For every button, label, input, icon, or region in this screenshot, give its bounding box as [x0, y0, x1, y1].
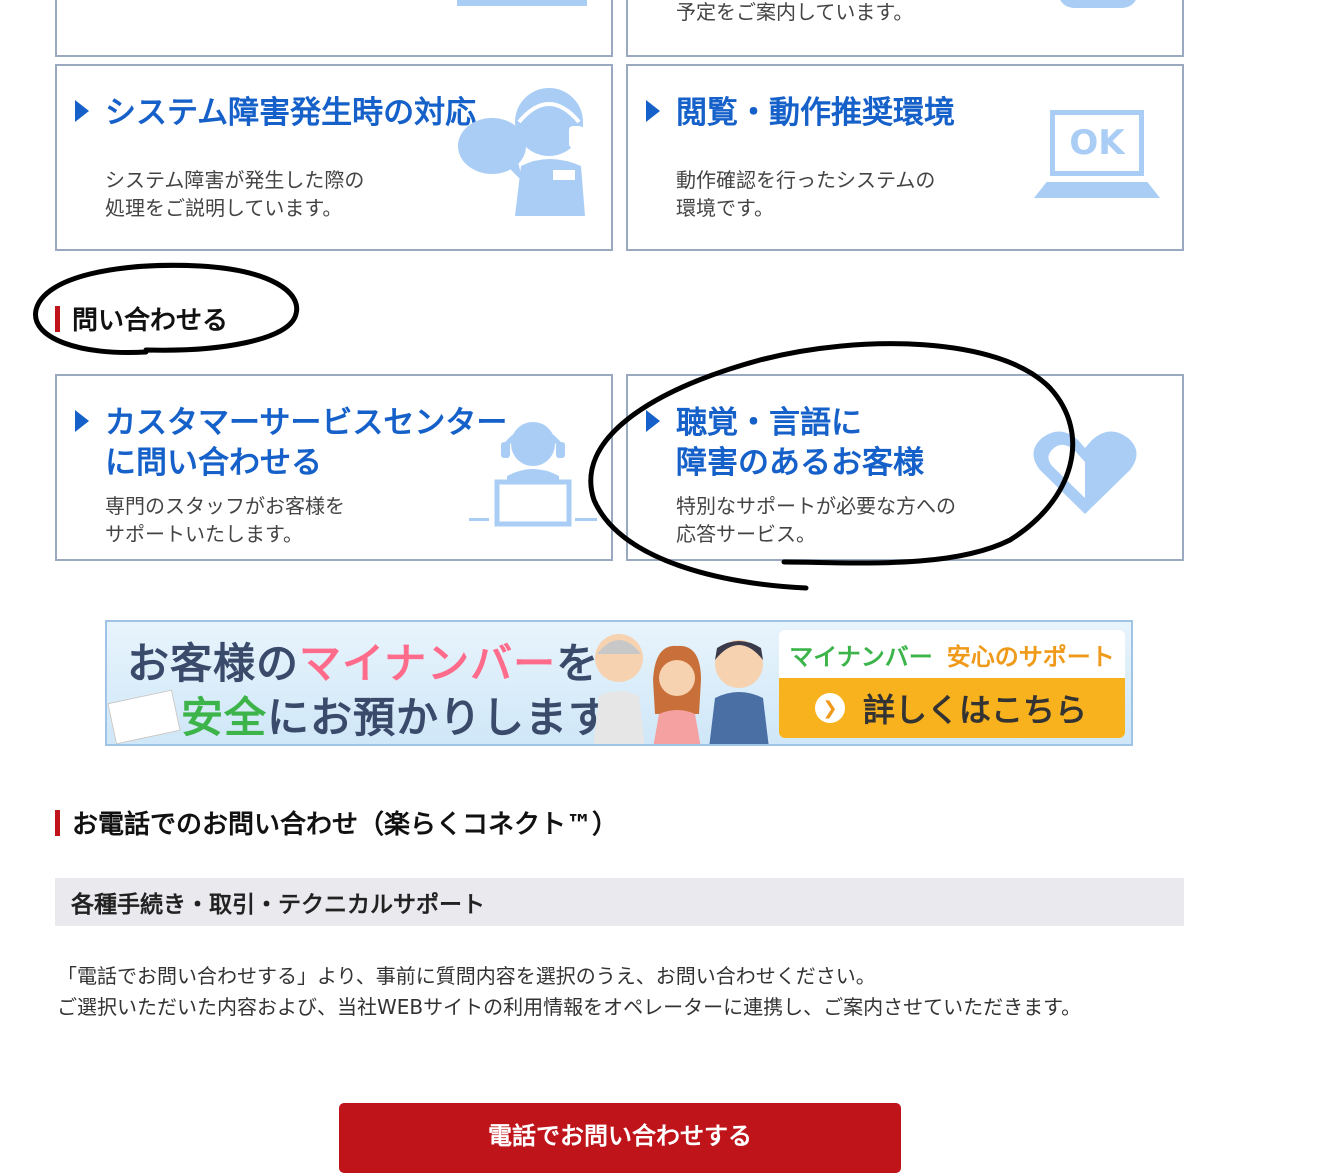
card-desc-1: 動作確認を行ったシステムの: [676, 168, 936, 192]
id-card-icon: [107, 689, 181, 744]
card-recommended-env[interactable]: 閲覧・動作推奨環境 動作確認を行ったシステムの 環境です。 OK: [626, 64, 1184, 251]
banner-line1: お客様のマイナンバーを: [127, 630, 599, 691]
card-title: システム障害発生時の対応: [105, 95, 477, 131]
card-top-right-desc: 予定をご案内しています。: [676, 0, 914, 24]
card-title-line1: 聴覚・言語に: [676, 405, 862, 441]
heart-icon: [1033, 431, 1137, 514]
card-top-left[interactable]: [55, 0, 613, 57]
card-hearing-speech[interactable]: 聴覚・言語に 障害のあるお客様 特別なサポートが必要な方への 応答サービス。: [626, 374, 1184, 561]
card-title-line2: に問い合わせる: [105, 445, 322, 481]
call-inquiry-button[interactable]: 電話でお問い合わせする: [339, 1103, 901, 1173]
card-desc-1: 特別なサポートが必要な方への: [676, 494, 956, 518]
card-desc-2: 応答サービス。: [676, 522, 816, 546]
laptop-screen-text: OK: [1050, 110, 1144, 176]
banner-details-button[interactable]: ❯ 詳しくはこちら: [779, 678, 1125, 738]
arrow-icon: [75, 100, 89, 122]
banner-highlight: 安全: [181, 693, 268, 742]
section-heading-phone: お電話でのお問い合わせ（楽らくコネクト™）: [55, 804, 618, 841]
section-title: お電話でのお問い合わせ（楽らくコネクト™）: [72, 810, 619, 840]
banner-details-label: 詳しくはこちら: [863, 691, 1088, 729]
support-agent-icon: [469, 422, 597, 527]
arrow-icon: [646, 100, 660, 122]
laptop-ok-icon: OK: [1034, 110, 1160, 200]
support-category-band: 各種手続き・取引・テクニカルサポート: [55, 878, 1184, 926]
banner-highlight: マイナンバー: [299, 639, 557, 688]
arrow-icon: [646, 410, 660, 432]
partial-icon: [1058, 0, 1138, 8]
section-bar: [55, 809, 60, 836]
banner-right-box[interactable]: マイナンバー 安心のサポート ❯ 詳しくはこちら: [779, 630, 1125, 738]
info-paragraph-line2: ご選択いただいた内容および、当社WEBサイトの利用情報をオペレーターに連携し、ご…: [57, 995, 1082, 1019]
card-desc-1: 専門のスタッフがお客様を: [105, 494, 345, 518]
card-desc-2: 環境です。: [676, 196, 774, 220]
banner-right-top: マイナンバー 安心のサポート: [779, 630, 1125, 678]
card-title-line1: カスタマーサービスセンター: [105, 405, 508, 441]
banner-text: お客様の: [127, 639, 300, 688]
card-desc-2: サポートいたします。: [105, 522, 303, 546]
card-desc-2: 処理をご説明しています。: [105, 196, 343, 220]
section-bar: [55, 305, 60, 332]
card-title-line2: 障害のあるお客様: [676, 445, 924, 481]
operator-headset-icon: [458, 88, 585, 216]
my-number-banner[interactable]: お客様のマイナンバーを 安全にお預かりします。 マイナンバー 安心のサポート ❯…: [105, 620, 1133, 746]
info-paragraph-line1: 「電話でお問い合わせする」より、事前に質問内容を選択のうえ、お問い合わせください…: [57, 964, 876, 988]
banner-right-top-b: 安心のサポート: [946, 642, 1115, 671]
card-top-right[interactable]: 予定をご案内しています。: [626, 0, 1184, 57]
banner-right-top-a: マイナンバー: [789, 642, 933, 671]
people-illustration-icon: [593, 634, 769, 744]
section-title: 問い合わせる: [72, 306, 229, 336]
partial-icon: [457, 0, 587, 6]
chevron-right-icon: ❯: [815, 693, 845, 723]
card-customer-service[interactable]: カスタマーサービスセンター に問い合わせる 専門のスタッフがお客様を サポートい…: [55, 374, 613, 561]
section-heading-contact: 問い合わせる: [55, 300, 228, 337]
card-system-failure[interactable]: システム障害発生時の対応 システム障害が発生した際の 処理をご説明しています。: [55, 64, 613, 251]
card-title: 閲覧・動作推奨環境: [676, 95, 955, 131]
arrow-icon: [75, 410, 89, 432]
card-desc-1: システム障害が発生した際の: [105, 168, 365, 192]
banner-line2: 安全にお預かりします。: [181, 684, 650, 744]
